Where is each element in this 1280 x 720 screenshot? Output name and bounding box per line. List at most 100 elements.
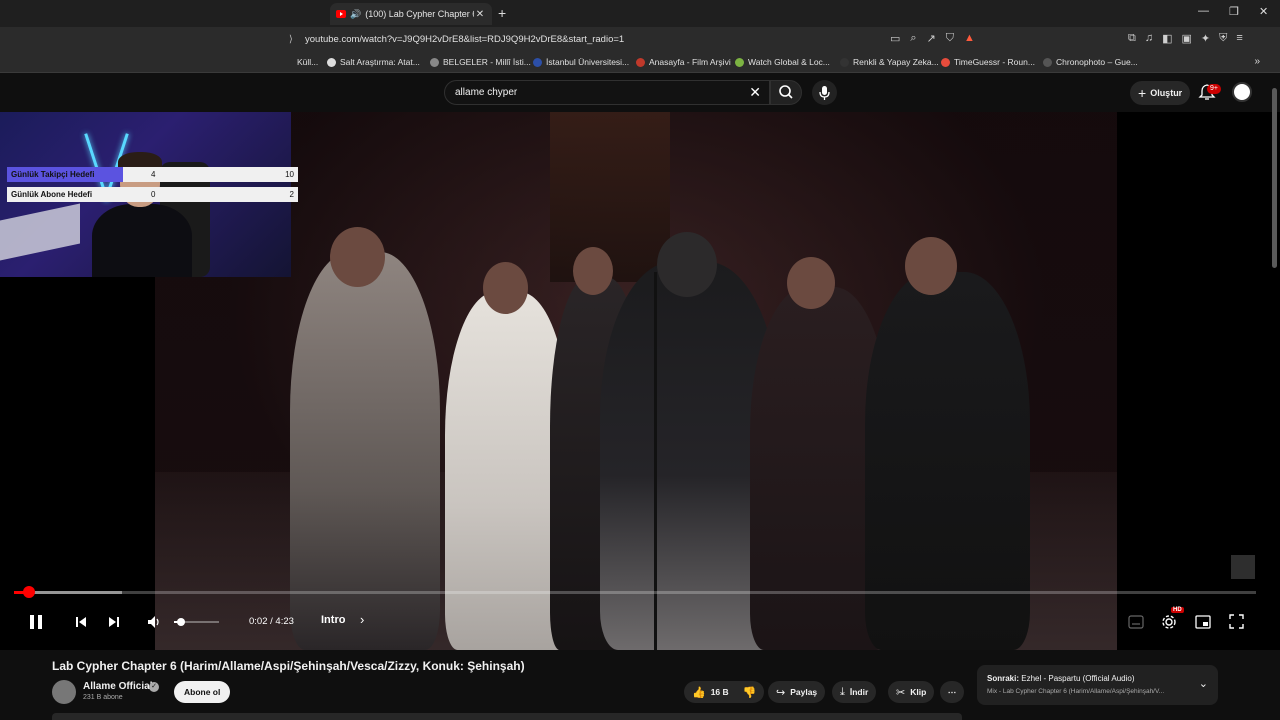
channel-avatar[interactable] <box>52 680 76 704</box>
bookmark-favicon-icon <box>840 57 849 67</box>
bookmark-item[interactable]: Küll... <box>297 57 318 67</box>
verified-badge-icon: ✓ <box>149 682 159 692</box>
zoom-icon[interactable]: ⌕ <box>910 32 916 45</box>
account-avatar[interactable] <box>1232 82 1252 102</box>
wallet-icon[interactable]: ▣ <box>1182 32 1192 45</box>
up-next-playlist: Mix - Lab Cypher Chapter 6 (Harim/Allame… <box>987 688 1165 695</box>
create-button[interactable]: + Oluştur <box>1130 81 1191 105</box>
volume-icon[interactable] <box>147 615 161 629</box>
tab-close-icon[interactable]: ✕ <box>474 9 486 20</box>
speaker-icon[interactable]: 🔊 <box>350 9 361 20</box>
share-icon: ↪ <box>776 686 786 699</box>
miniplayer-icon[interactable] <box>1195 615 1211 629</box>
page-scrollbar[interactable] <box>1272 88 1277 268</box>
new-tab-button[interactable]: + <box>498 5 506 21</box>
download-icon: ⤓ <box>840 685 845 698</box>
video-title: Lab Cypher Chapter 6 (Harim/Allame/Aspi/… <box>52 659 525 673</box>
download-button[interactable]: ⤓ İndir <box>832 681 877 703</box>
bookmark-item[interactable]: İstanbul Üniversitesi... <box>533 57 629 67</box>
up-next-card[interactable]: Sonraki: Ezhel - Paspartu (Official Audi… <box>977 665 1218 705</box>
bookmark-favicon-icon <box>636 57 645 67</box>
media-controls-icon[interactable]: ♫ <box>1145 32 1153 45</box>
follower-goal-label: Günlük Takipçi Hedefi <box>11 170 95 179</box>
progress-scrubber-handle[interactable] <box>23 586 35 598</box>
browser-tab-bar: 🔊 (100) Lab Cypher Chapter 6 ( ✕ + — ❐ ✕ <box>0 0 1280 27</box>
brave-shield-icon[interactable]: ⛉ <box>946 32 954 45</box>
more-actions-button[interactable]: ⋯ <box>940 681 964 703</box>
branding-watermark[interactable] <box>1231 555 1255 579</box>
bookmark-item[interactable]: Chronophoto – Gue... <box>1043 57 1138 67</box>
search-button[interactable] <box>770 80 802 105</box>
tab-title: (100) Lab Cypher Chapter 6 ( <box>365 9 474 19</box>
subscribe-button[interactable]: Abone ol <box>174 681 231 703</box>
chevron-down-icon[interactable]: ⌄ <box>1199 677 1208 690</box>
next-icon[interactable] <box>107 615 121 629</box>
follower-goal-current: 4 <box>151 170 156 179</box>
previous-icon[interactable] <box>74 615 88 629</box>
bookmark-item[interactable]: Watch Global & Loc... <box>735 57 830 67</box>
youtube-header: allame chyper ✕ + Oluştur <box>0 74 1280 112</box>
up-next-title: Sonraki: Ezhel - Paspartu (Official Audi… <box>987 674 1135 683</box>
dislike-icon[interactable]: 👎 <box>743 686 757 699</box>
bookmark-favicon-icon <box>430 57 439 67</box>
bookmark-favicon-icon <box>533 57 542 67</box>
fullscreen-icon[interactable] <box>1229 614 1244 629</box>
cast-icon[interactable]: ▭ <box>890 32 900 45</box>
performer-head <box>330 227 385 287</box>
progress-bar[interactable] <box>14 591 1256 594</box>
window-minimize-button[interactable]: — <box>1198 5 1209 17</box>
window-restore-button[interactable]: ❐ <box>1229 5 1239 18</box>
bookmark-item[interactable]: BELGELER - Millî İsti... <box>430 57 531 67</box>
scissors-icon: ✂ <box>896 686 906 699</box>
performer-head <box>905 237 957 295</box>
like-icon[interactable]: 👍 <box>692 686 706 699</box>
background-arch <box>550 112 670 282</box>
subtitles-icon[interactable] <box>1128 615 1144 629</box>
browser-menu-icon[interactable]: ≡ <box>1236 32 1242 45</box>
bookmark-item[interactable]: TimeGuessr - Roun... <box>941 57 1035 67</box>
chevron-right-icon[interactable]: › <box>360 612 364 627</box>
like-count[interactable]: 16 B <box>711 687 729 697</box>
performer-head <box>787 257 835 309</box>
pause-icon[interactable] <box>27 613 45 631</box>
browser-tab-active[interactable]: 🔊 (100) Lab Cypher Chapter 6 ( ✕ <box>330 3 492 25</box>
bookmark-item[interactable]: Salt Araştırma: Atat... <box>327 57 420 67</box>
subscriber-goal-bar: Günlük Abone Hedefi 0 2 <box>7 187 298 202</box>
search-box[interactable]: allame chyper ✕ <box>444 80 770 105</box>
volume-knob[interactable] <box>177 618 185 626</box>
ai-assistant-icon[interactable]: ✦ <box>1201 32 1210 45</box>
bookmark-favicon-icon <box>735 57 744 67</box>
performer-head <box>483 262 528 314</box>
url-prefix: ⟩ <box>289 34 293 45</box>
url-field[interactable]: youtube.com/watch?v=J9Q9H2vDrE8&list=RDJ… <box>305 34 624 45</box>
vpn-icon[interactable]: ⛨ <box>1219 32 1227 45</box>
screenshot-icon[interactable]: ⧉ <box>1128 32 1136 45</box>
bookmark-favicon-icon <box>327 57 336 67</box>
brave-rewards-icon[interactable]: ▲ <box>964 32 975 45</box>
clip-button[interactable]: ✂ Klip <box>888 681 935 703</box>
bookmarks-overflow-icon[interactable]: » <box>1254 56 1260 67</box>
bookmark-favicon-icon <box>1043 57 1052 67</box>
bookmark-favicon-icon <box>941 57 950 67</box>
voice-search-button[interactable] <box>812 80 837 105</box>
hd-badge: HD <box>1171 607 1184 613</box>
performer-head <box>657 232 717 297</box>
bookmark-item[interactable]: Renkli & Yapay Zeka... <box>840 57 939 67</box>
chapter-title[interactable]: Intro <box>321 614 345 626</box>
address-bar: ⟩ youtube.com/watch?v=J9Q9H2vDrE8&list=R… <box>0 27 1280 53</box>
sidebar-icon[interactable]: ◧ <box>1162 32 1172 45</box>
bookmark-item[interactable]: Anasayfa - Film Arşivi <box>636 57 731 67</box>
time-display: 0:02 / 4:23 <box>249 616 294 627</box>
share-page-icon[interactable]: ↗ <box>927 32 936 45</box>
notification-badge: 9+ <box>1207 84 1221 94</box>
follower-goal-target: 10 <box>285 170 294 179</box>
search-input[interactable]: allame chyper <box>455 87 517 98</box>
video-frame <box>155 112 1117 650</box>
channel-name[interactable]: Allame Official <box>83 681 152 692</box>
subscriber-count: 231 B abone <box>83 694 123 701</box>
share-button[interactable]: ↪ Paylaş <box>768 681 826 703</box>
settings-gear-icon[interactable] <box>1161 614 1177 630</box>
plus-icon: + <box>1138 85 1147 101</box>
search-clear-icon[interactable]: ✕ <box>749 84 761 101</box>
window-close-button[interactable]: ✕ <box>1259 5 1268 18</box>
